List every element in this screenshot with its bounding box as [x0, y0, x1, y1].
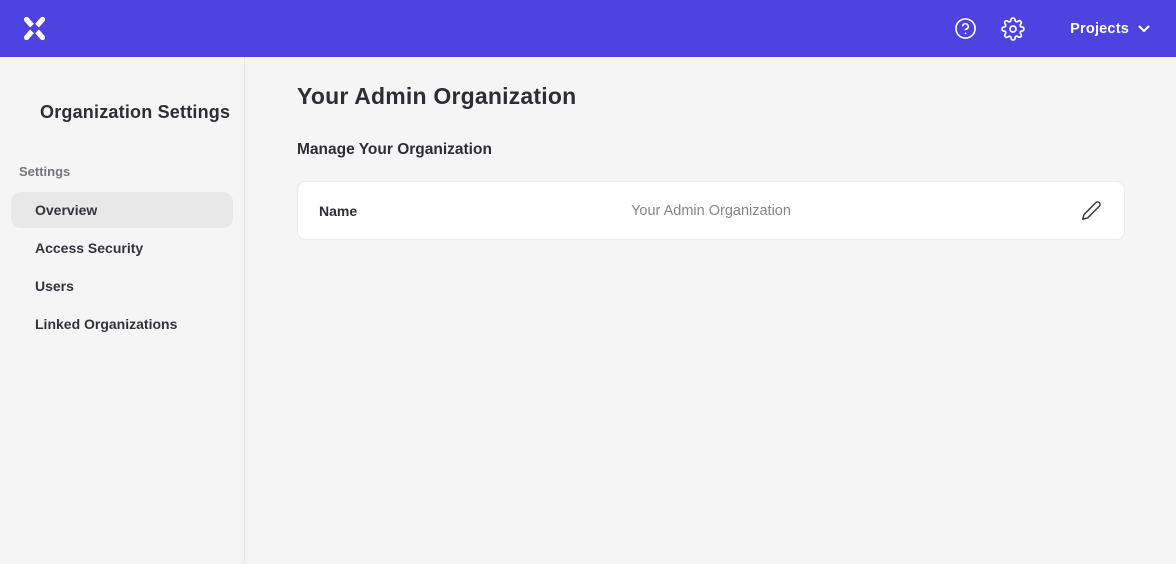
sidebar-section-label: Settings [19, 164, 244, 179]
sidebar-item-linked-organizations[interactable]: Linked Organizations [11, 306, 233, 342]
section-title: Manage Your Organization [297, 141, 1125, 159]
name-value: Your Admin Organization [631, 203, 791, 219]
sidebar-nav: Overview Access Security Users Linked Or… [0, 192, 244, 342]
chevron-down-icon [1138, 25, 1150, 33]
sidebar: Organization Settings Settings Overview … [0, 57, 245, 564]
projects-menu[interactable]: Projects [1070, 21, 1150, 37]
brand-x-logo-glyph [21, 15, 48, 42]
pencil-icon [1081, 200, 1102, 221]
main-content: Your Admin Organization Manage Your Orga… [246, 57, 1176, 564]
page-title: Your Admin Organization [297, 83, 1125, 110]
projects-menu-label: Projects [1070, 21, 1129, 37]
edit-name-button[interactable] [1079, 199, 1103, 223]
settings-button[interactable] [998, 14, 1028, 44]
help-circle-icon [954, 17, 977, 40]
top-nav-bar: Projects [0, 0, 1176, 57]
sidebar-title: Organization Settings [40, 102, 244, 123]
sidebar-item-overview[interactable]: Overview [11, 192, 233, 228]
sidebar-item-access-security[interactable]: Access Security [11, 230, 233, 266]
brand-x-logo[interactable] [20, 15, 48, 43]
help-button[interactable] [950, 14, 980, 44]
name-label: Name [319, 203, 357, 219]
name-setting-card: Name Your Admin Organization [297, 181, 1125, 240]
sidebar-item-users[interactable]: Users [11, 268, 233, 304]
gear-icon [1001, 17, 1025, 41]
